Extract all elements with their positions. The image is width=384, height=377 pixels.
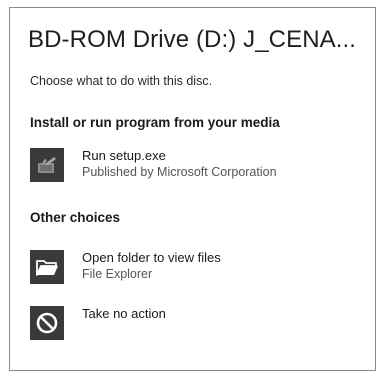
- folder-icon: [30, 250, 64, 284]
- setup-program-icon: [30, 148, 64, 182]
- no-action-icon: [30, 306, 64, 340]
- dialog-title: BD-ROM Drive (D:) J_CENA...: [28, 26, 357, 53]
- dialog-prompt: Choose what to do with this disc.: [30, 74, 213, 88]
- run-setup-option[interactable]: Run setup.exe Published by Microsoft Cor…: [30, 148, 360, 192]
- take-no-action-title: Take no action: [82, 306, 166, 321]
- run-setup-publisher: Published by Microsoft Corporation: [82, 165, 277, 179]
- open-folder-option[interactable]: Open folder to view files File Explorer: [30, 250, 360, 294]
- section-heading-install: Install or run program from your media: [30, 115, 280, 130]
- section-heading-other: Other choices: [30, 210, 121, 225]
- open-folder-app: File Explorer: [82, 267, 153, 281]
- open-folder-title: Open folder to view files: [82, 250, 221, 265]
- autoplay-dialog: BD-ROM Drive (D:) J_CENA... Choose what …: [9, 7, 376, 371]
- run-setup-title: Run setup.exe: [82, 148, 166, 163]
- take-no-action-option[interactable]: Take no action: [30, 306, 360, 350]
